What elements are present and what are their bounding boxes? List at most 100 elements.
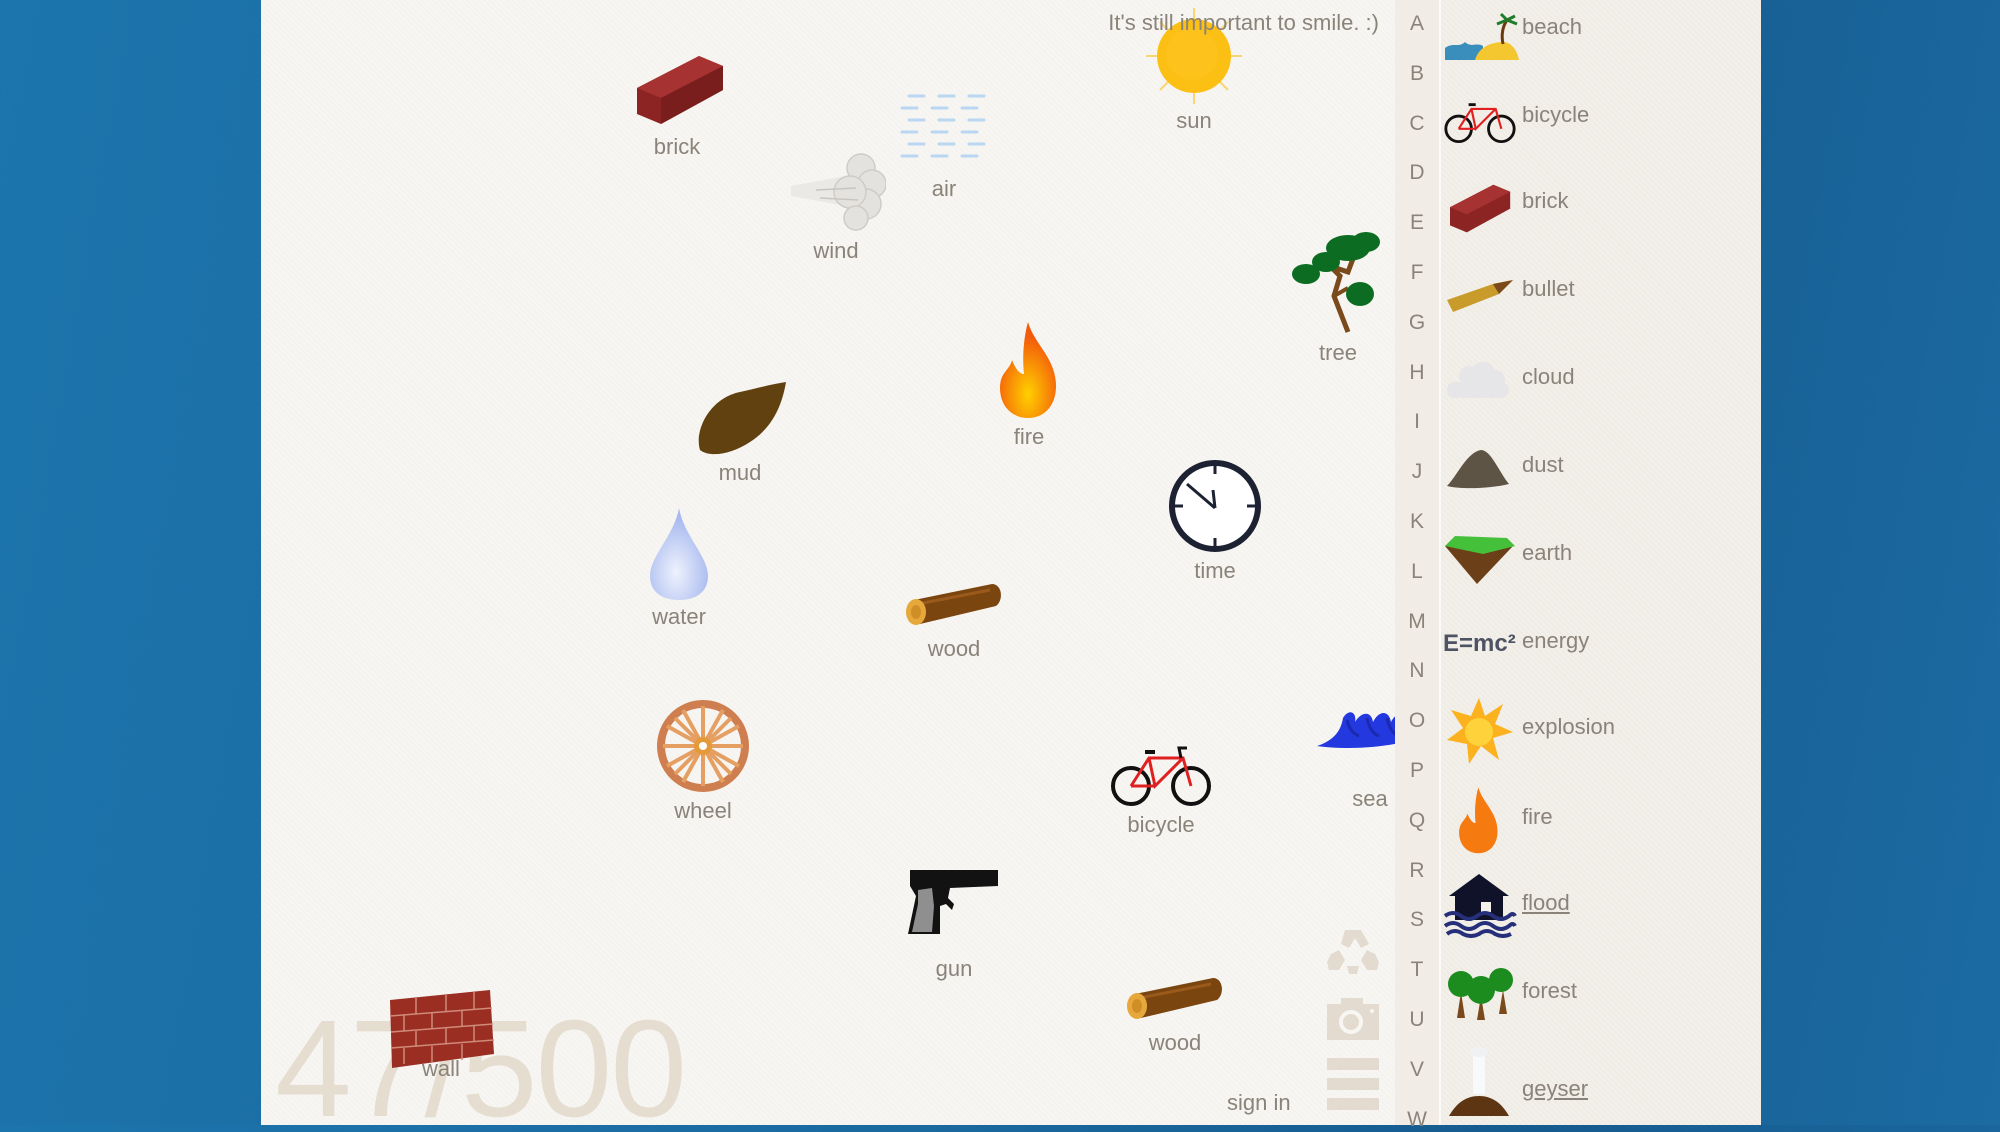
canvas-element-time[interactable]: time (1155, 456, 1275, 584)
recycle-icon (1327, 930, 1379, 974)
alphabet-letter-h[interactable]: H (1395, 361, 1439, 385)
element-label: sun (1176, 108, 1212, 133)
library-item-geyser[interactable]: geyser (1441, 1042, 1761, 1122)
library-item-label: energy (1522, 628, 1590, 653)
alphabet-letter-q[interactable]: Q (1395, 809, 1439, 833)
canvas-element-mud[interactable]: mud (680, 378, 800, 486)
element-label: gun (935, 956, 973, 981)
element-label: wood (927, 636, 981, 661)
sign-in-link[interactable]: sign in (1227, 1090, 1291, 1116)
pistol-icon (908, 870, 998, 934)
alphabet-letter-r[interactable]: R (1395, 859, 1439, 883)
canvas-element-water[interactable]: water (619, 506, 739, 630)
canvas-element-wind[interactable]: wind (776, 146, 896, 264)
tree-icon (1292, 232, 1380, 333)
mud-icon (698, 382, 786, 455)
alphabet-letter-a[interactable]: A (1395, 12, 1439, 36)
menu-button[interactable] (1327, 1058, 1379, 1114)
canvas-element-sea[interactable]: sea (1310, 700, 1395, 812)
alphabet-letter-f[interactable]: F (1395, 261, 1439, 285)
library-item-label: beach (1522, 14, 1582, 39)
element-label: fire (1013, 424, 1045, 449)
library-item-cloud[interactable]: cloud (1441, 354, 1761, 434)
element-label: air (931, 176, 957, 201)
library-item-explosion[interactable]: explosion (1441, 692, 1761, 772)
canvas-element-tree[interactable]: tree (1278, 226, 1395, 366)
library-item-energy[interactable]: E=mc² energy (1441, 618, 1761, 698)
canvas-element-gun[interactable]: gun (894, 866, 1014, 982)
library-item-label: fire (1522, 804, 1553, 829)
element-library[interactable]: beach bicycle brick bullet cloud dust ea… (1441, 0, 1761, 1125)
alphabet-letter-p[interactable]: P (1395, 759, 1439, 783)
library-item-label: geyser (1522, 1076, 1589, 1101)
element-label: water (652, 604, 706, 629)
element-label: mud (718, 460, 762, 485)
fire-icon (1000, 322, 1056, 418)
recycle-button[interactable] (1327, 928, 1379, 978)
canvas-element-fire[interactable]: fire (969, 320, 1089, 450)
alphabet-letter-l[interactable]: L (1395, 560, 1439, 584)
explosion-icon (1447, 698, 1513, 764)
alphabet-letter-o[interactable]: O (1395, 709, 1439, 733)
hamburger-menu-icon (1327, 1058, 1379, 1110)
library-item-bicycle[interactable]: bicycle (1441, 92, 1761, 172)
beach-icon (1445, 12, 1519, 60)
library-item-forest[interactable]: forest (1441, 958, 1761, 1038)
dust-pile-icon (1447, 450, 1509, 489)
alphabet-letter-d[interactable]: D (1395, 161, 1439, 185)
element-label: wind (813, 238, 859, 263)
library-item-label: bullet (1522, 276, 1575, 301)
library-item-label: dust (1522, 452, 1564, 477)
library-item-label: forest (1522, 978, 1578, 1003)
air-icon (900, 94, 986, 158)
canvas-element-bicycle[interactable]: bicycle (1101, 740, 1221, 838)
library-item-label: flood (1522, 890, 1570, 915)
element-label: sea (1352, 786, 1388, 811)
canvas-element-brick[interactable]: brick (617, 52, 737, 160)
library-item-label: brick (1522, 188, 1569, 213)
alphabet-letter-v[interactable]: V (1395, 1058, 1439, 1082)
library-item-label: cloud (1522, 364, 1575, 389)
motto-text: It's still important to smile. :) (1108, 10, 1379, 35)
canvas-element-wood[interactable]: wood (1115, 972, 1235, 1056)
alphabet-letter-u[interactable]: U (1395, 1008, 1439, 1032)
alphabet-letter-e[interactable]: E (1395, 211, 1439, 235)
alphabet-letter-n[interactable]: N (1395, 659, 1439, 683)
library-item-label: earth (1522, 540, 1573, 565)
log-icon (1127, 978, 1222, 1019)
alphabet-letter-j[interactable]: J (1395, 460, 1439, 484)
alphabet-letter-b[interactable]: B (1395, 62, 1439, 86)
library-item-flood[interactable]: flood (1441, 868, 1761, 948)
screenshot-button[interactable] (1327, 998, 1379, 1044)
canvas-element-wood[interactable]: wood (894, 578, 1014, 662)
library-item-earth[interactable]: earth (1441, 530, 1761, 610)
workspace-canvas[interactable]: 47/500 It's still important to smile. :)… (261, 0, 1395, 1125)
alphabet-letter-k[interactable]: K (1395, 510, 1439, 534)
fire-icon (1459, 787, 1498, 854)
alphabet-letter-w[interactable]: W (1395, 1108, 1439, 1132)
alphabet-letter-m[interactable]: M (1395, 610, 1439, 634)
wind-icon (791, 153, 886, 231)
canvas-element-air[interactable]: air (884, 90, 1004, 202)
library-item-bullet[interactable]: bullet (1441, 266, 1761, 346)
canvas-element-wheel[interactable]: wheel (643, 696, 763, 824)
alphabet-letter-g[interactable]: G (1395, 311, 1439, 335)
alphabet-letter-s[interactable]: S (1395, 908, 1439, 932)
library-item-brick[interactable]: brick (1441, 178, 1761, 258)
alphabet-letter-i[interactable]: I (1395, 410, 1439, 434)
log-icon (906, 584, 1001, 625)
element-label: brick (653, 134, 701, 159)
library-item-fire[interactable]: fire (1441, 782, 1761, 862)
element-label: wood (1148, 1030, 1202, 1055)
wave-icon (1317, 712, 1395, 748)
canvas-element-wall[interactable]: wall (381, 988, 501, 1082)
element-label: tree (1319, 340, 1357, 365)
element-label: bicycle (1127, 812, 1195, 837)
wheel-icon (657, 700, 749, 792)
library-item-dust[interactable]: dust (1441, 442, 1761, 522)
alphabet-letter-t[interactable]: T (1395, 958, 1439, 982)
library-item-beach[interactable]: beach (1441, 4, 1761, 84)
alphabet-letter-c[interactable]: C (1395, 112, 1439, 136)
bullet-icon (1447, 280, 1513, 312)
geyser-icon (1449, 1047, 1509, 1116)
